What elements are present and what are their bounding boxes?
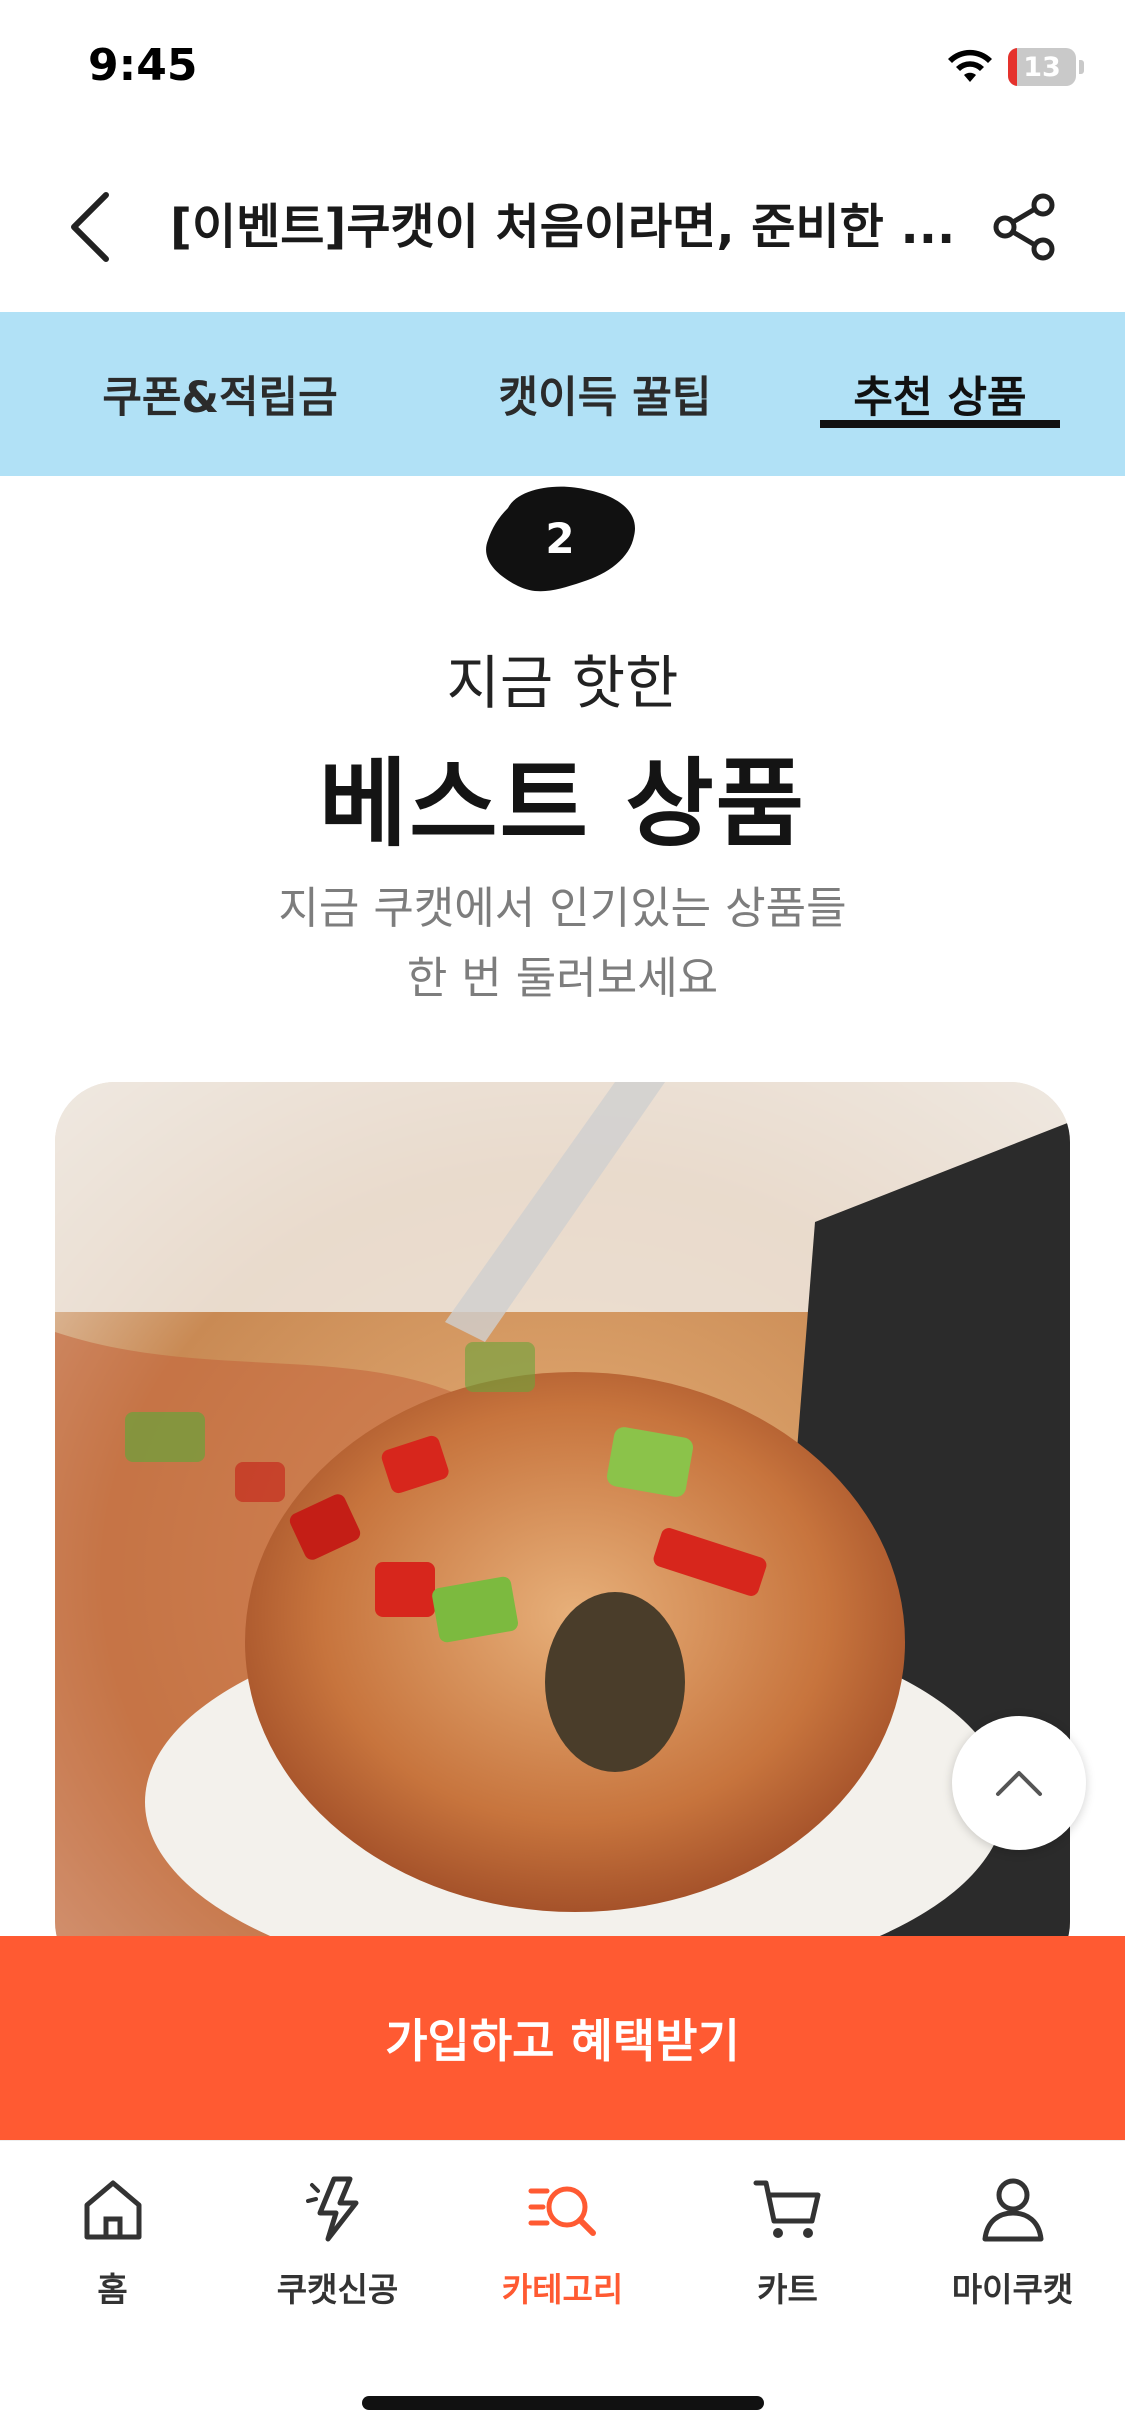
- section-description: 지금 쿠캣에서 인기있는 상품들 한 번 둘러보세요: [0, 874, 1125, 1014]
- battery-nub: [1079, 60, 1084, 74]
- product-image[interactable]: [55, 1082, 1070, 1936]
- event-content: 2 지금 핫한 베스트 상품 지금 쿠캣에서 인기있는 상품들 한 번 둘러보세…: [0, 476, 1125, 1936]
- tab-bar: 쿠폰&적립금 캣이득 꿀팁 추천 상품: [0, 312, 1125, 476]
- chevron-left-icon: [71, 192, 109, 262]
- home-indicator: [362, 2396, 764, 2410]
- tab-tips[interactable]: 캣이득 꿀팁: [440, 312, 770, 476]
- status-time: 9:45: [88, 40, 198, 91]
- lightning-icon: [305, 2176, 358, 2242]
- share-button[interactable]: [985, 182, 1065, 272]
- wifi-icon: [948, 49, 992, 82]
- nav-kookat-special[interactable]: 쿠캣신공: [225, 2169, 450, 2319]
- nav-cart[interactable]: 카트: [675, 2169, 900, 2319]
- category-search-icon: [528, 2186, 596, 2236]
- nav-category-label: 카테고리: [501, 2270, 624, 2309]
- status-bar: 9:45 13: [0, 0, 1125, 140]
- product-photo: [55, 1082, 1070, 1936]
- battery-percent: 13: [1023, 51, 1061, 83]
- nav-my-kookat[interactable]: 마이쿠캣: [900, 2169, 1125, 2319]
- page-title: [이벤트]쿠캣이 처음이라면, 준비한 ...: [170, 199, 956, 255]
- section-title: 베스트 상품: [318, 748, 807, 860]
- person-icon: [982, 2178, 1043, 2242]
- cart-icon: [753, 2180, 820, 2238]
- step-number: 2: [545, 513, 575, 563]
- signup-cta-button[interactable]: 가입하고 혜택받기: [0, 1936, 1125, 2140]
- home-icon: [84, 2180, 141, 2240]
- tab-recommended[interactable]: 추천 상품: [820, 312, 1060, 476]
- header: [이벤트]쿠캣이 처음이라면, 준비한 ...: [0, 140, 1125, 312]
- active-tab-indicator: [820, 420, 1060, 428]
- nav-home[interactable]: 홈: [0, 2169, 225, 2319]
- battery-indicator: 13: [1008, 48, 1076, 86]
- nav-home-label: 홈: [97, 2270, 128, 2309]
- description-line-2: 한 번 둘러보세요: [406, 953, 719, 1004]
- nav-my-kookat-label: 마이쿠캣: [951, 2270, 1074, 2309]
- nav-cart-label: 카트: [757, 2270, 818, 2309]
- bottom-nav: 홈 쿠캣신공 카테고리 카트 마이쿠캣: [0, 2140, 1125, 2436]
- back-button[interactable]: [50, 182, 130, 272]
- tab-coupons[interactable]: 쿠폰&적립금: [70, 312, 370, 476]
- nav-kookat-special-label: 쿠캣신공: [276, 2270, 399, 2309]
- scroll-to-top-button[interactable]: [952, 1716, 1086, 1850]
- description-line-1: 지금 쿠캣에서 인기있는 상품들: [278, 883, 847, 934]
- nav-category[interactable]: 카테고리: [450, 2169, 675, 2319]
- share-icon: [993, 193, 1055, 261]
- section-subtitle: 지금 핫한: [446, 649, 679, 717]
- chevron-up-icon: [996, 1771, 1042, 1796]
